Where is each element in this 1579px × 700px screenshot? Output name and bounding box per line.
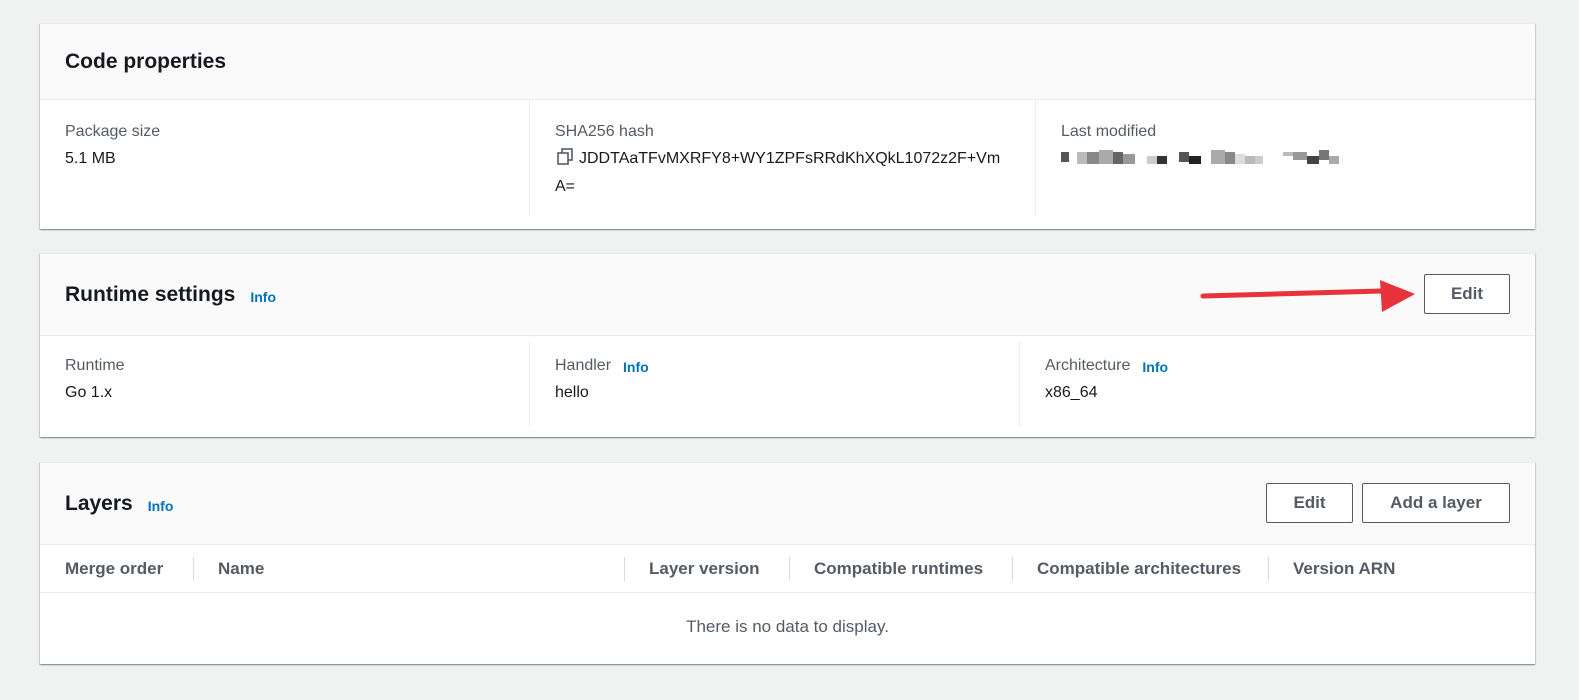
runtime-settings-header: Runtime settings Info Edit xyxy=(40,254,1535,336)
runtime-settings-panel: Runtime settings Info Edit Runtime Go 1.… xyxy=(40,253,1535,437)
runtime-settings-details: Runtime Go 1.x Handler Info hello Archit… xyxy=(40,336,1535,438)
runtime-edit-button[interactable]: Edit xyxy=(1424,274,1510,314)
layers-edit-button[interactable]: Edit xyxy=(1266,483,1353,523)
column-header-version-arn[interactable]: Version ARN xyxy=(1268,545,1468,592)
runtime-settings-info-link[interactable]: Info xyxy=(250,289,276,305)
copy-icon[interactable] xyxy=(555,148,575,166)
code-properties-details: Package size 5.1 MB SHA256 hash JDDTAaTF… xyxy=(40,100,1535,228)
handler-value: hello xyxy=(555,384,589,401)
package-size-value: 5.1 MB xyxy=(65,150,116,167)
package-size-label: Package size xyxy=(65,123,161,140)
column-header-layer-version[interactable]: Layer version xyxy=(624,545,789,592)
layers-empty-state: There is no data to display. xyxy=(686,617,889,636)
column-header-compatible-runtimes[interactable]: Compatible runtimes xyxy=(789,545,1012,592)
last-modified-label: Last modified xyxy=(1061,123,1157,140)
architecture-label-row: Architecture Info xyxy=(1045,357,1510,375)
package-size-field: Package size 5.1 MB xyxy=(40,100,530,216)
code-properties-panel: Code properties Package size 5.1 MB SHA2… xyxy=(40,23,1535,229)
layers-header: Layers Info Edit Add a layer xyxy=(40,463,1535,545)
column-header-merge-order[interactable]: Merge order xyxy=(40,545,193,592)
handler-field: Handler Info hello xyxy=(530,342,1020,426)
code-properties-header: Code properties xyxy=(40,24,1535,100)
layers-panel: Layers Info Edit Add a layer Merge order… xyxy=(40,462,1535,664)
handler-info-link[interactable]: Info xyxy=(623,359,649,375)
column-header-compatible-architectures[interactable]: Compatible architectures xyxy=(1012,545,1268,592)
layers-table-header: Merge order Name Layer version Compatibl… xyxy=(40,545,1535,593)
handler-label: Handler xyxy=(555,357,612,374)
handler-label-row: Handler Info xyxy=(555,357,994,375)
last-modified-redacted xyxy=(1061,150,1351,165)
sha256-field: SHA256 hash JDDTAaTFvMXRFY8+WY1ZPFsRRdKh… xyxy=(530,100,1036,216)
runtime-settings-title: Runtime settings xyxy=(65,282,236,306)
architecture-info-link[interactable]: Info xyxy=(1142,359,1168,375)
column-header-name[interactable]: Name xyxy=(193,545,624,592)
add-layer-button[interactable]: Add a layer xyxy=(1362,483,1510,523)
runtime-label: Runtime xyxy=(65,357,125,374)
architecture-field: Architecture Info x86_64 xyxy=(1020,342,1535,426)
runtime-value: Go 1.x xyxy=(65,384,113,401)
sha256-label: SHA256 hash xyxy=(555,123,654,140)
sha256-value: JDDTAaTFvMXRFY8+WY1ZPFsRRdKhXQkL1072z2F+… xyxy=(555,145,1010,201)
code-properties-title: Code properties xyxy=(65,49,227,73)
architecture-value: x86_64 xyxy=(1045,384,1098,401)
runtime-field: Runtime Go 1.x xyxy=(40,342,530,426)
architecture-label: Architecture xyxy=(1045,357,1131,374)
sha256-text: JDDTAaTFvMXRFY8+WY1ZPFsRRdKhXQkL1072z2F+… xyxy=(555,150,1001,195)
layers-info-link[interactable]: Info xyxy=(148,498,174,514)
layers-title: Layers xyxy=(65,491,133,515)
red-arrow-annotation xyxy=(1200,280,1415,312)
last-modified-field: Last modified xyxy=(1036,100,1535,216)
